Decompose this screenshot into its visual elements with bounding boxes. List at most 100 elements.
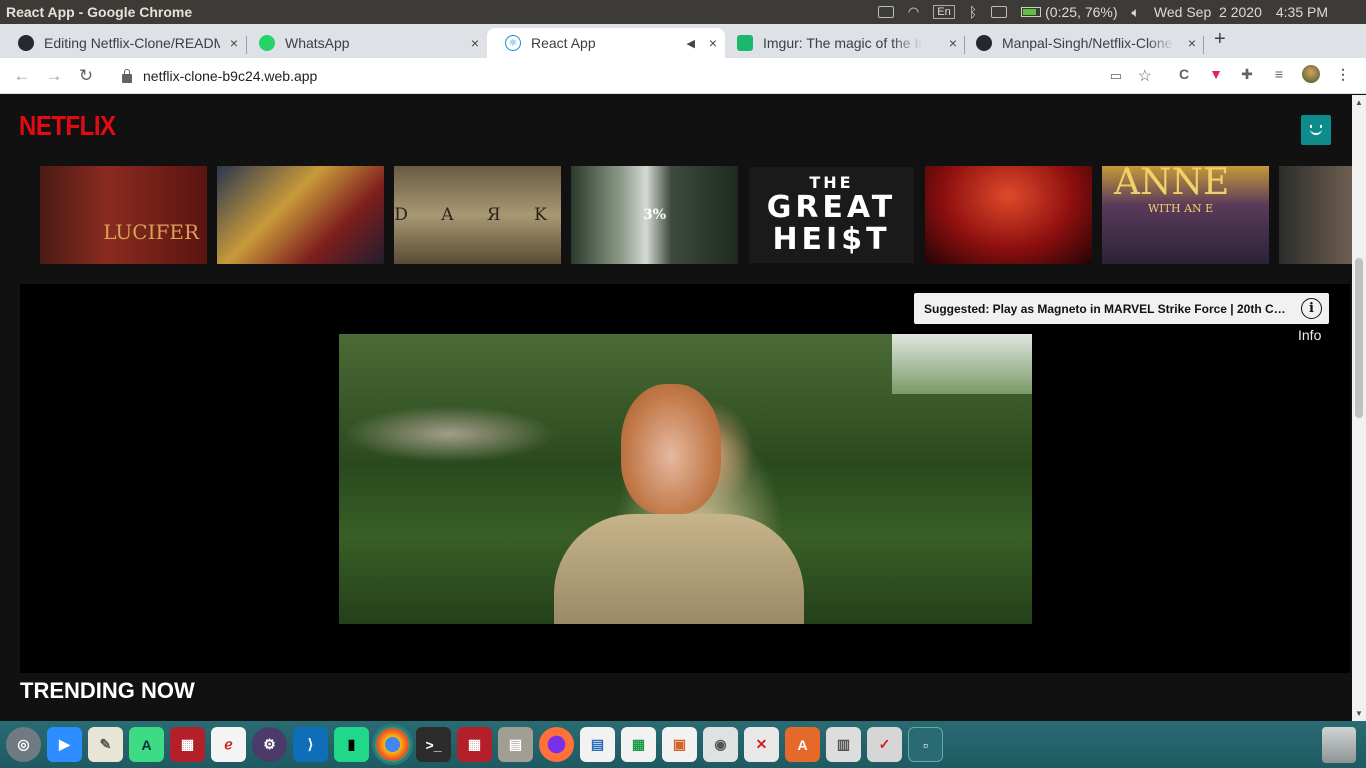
trailer-player[interactable]: Suggested: Play as Magneto in MARVEL Str… — [20, 284, 1350, 673]
browser-toolbar: ← → ↻ netflix-clone-b9c24.web.app ▭ ☆ C … — [0, 58, 1366, 94]
poster-cobra-kai[interactable] — [925, 166, 1092, 264]
android-studio-icon[interactable]: A — [129, 727, 164, 762]
battery-text: (0:25, 76%) — [1045, 4, 1118, 20]
poster-lucifer[interactable]: LUCIFER — [40, 166, 207, 264]
wifi-icon[interactable]: ◠ — [908, 4, 919, 20]
netflix-logo[interactable]: NETFLIX — [19, 111, 116, 143]
pdf-viewer-icon[interactable]: ℯ — [211, 727, 246, 762]
close-icon[interactable]: × — [1188, 35, 1196, 51]
chrome-icon[interactable] — [375, 727, 410, 762]
poster-title-line: HEI$T — [772, 222, 891, 257]
trash-icon[interactable] — [1322, 727, 1356, 763]
media-queue-icon[interactable]: ≡ — [1270, 65, 1288, 83]
workspaces-icon[interactable]: ▫ — [908, 727, 943, 762]
pocket-icon[interactable]: ▼ — [1207, 65, 1225, 83]
time-display[interactable]: 4:35 PM — [1276, 4, 1328, 20]
poster-title: LUCIFER — [103, 220, 199, 244]
row-title: TRENDING NOW — [20, 678, 195, 703]
tab-react-app[interactable]: ⚛ React App ◀︎ × — [487, 28, 725, 58]
cast-icon[interactable]: ▭ — [1110, 68, 1122, 84]
scrollbar-thumb[interactable] — [1355, 258, 1363, 418]
scroll-up-arrow-icon[interactable]: ▲ — [1355, 98, 1363, 107]
window-title: React App - Google Chrome — [6, 4, 193, 20]
poster-series[interactable] — [1279, 166, 1352, 264]
trailer-frame[interactable] — [339, 334, 1032, 624]
vscode-icon[interactable]: ⟩ — [293, 727, 328, 762]
software-center-icon[interactable]: A — [785, 727, 820, 762]
netflix-page: NETFLIX LUCIFER D A Я K 3% THE GREAT HEI… — [0, 95, 1352, 721]
keyboard-layout-indicator[interactable]: En — [933, 5, 955, 19]
clipboard-icon[interactable] — [877, 6, 894, 18]
suggested-video-banner[interactable]: Suggested: Play as Magneto in MARVEL Str… — [914, 293, 1329, 324]
tab-label: React App — [531, 35, 596, 51]
suggested-video-text[interactable]: Suggested: Play as Magneto in MARVEL Str… — [924, 302, 1288, 316]
poster-dark[interactable]: D A Я K — [394, 166, 561, 264]
video-scene — [621, 384, 721, 514]
text-editor-icon[interactable]: ✎ — [88, 727, 123, 762]
bluetooth-icon[interactable]: ᛒ — [969, 4, 977, 20]
tab-strip: Editing Netflix-Clone/README × WhatsApp … — [0, 24, 1366, 58]
info-icon[interactable]: i — [1301, 298, 1322, 319]
poster-the-great-heist[interactable]: THE GREAT HEI$T — [748, 166, 915, 264]
ubuntu-software-icon[interactable]: ◎ — [6, 727, 41, 762]
libreoffice-writer-icon[interactable]: ▤ — [580, 727, 615, 762]
terminal-icon[interactable]: >_ — [416, 727, 451, 762]
extensions-puzzle-icon[interactable]: ✚ — [1238, 65, 1256, 83]
tab-editing-netflix-clone[interactable]: Editing Netflix-Clone/README × — [0, 28, 246, 58]
tab-imgur[interactable]: Imgur: The magic of the Internet × — [719, 28, 965, 58]
speaker-icon[interactable]: ◀︎ — [687, 37, 695, 50]
extension-c-icon[interactable]: C — [1175, 65, 1193, 83]
forward-arrow-icon[interactable]: → — [44, 66, 64, 86]
tab-label: Manpal-Singh/Netflix-Clone — [1002, 35, 1173, 51]
reload-icon[interactable]: ↻ — [76, 66, 96, 86]
tab-whatsapp[interactable]: WhatsApp × — [241, 28, 487, 58]
checkbox-app-icon[interactable]: ✓ — [867, 727, 902, 762]
video-scene — [892, 334, 1032, 394]
pycharm-icon[interactable]: ▮ — [334, 727, 369, 762]
date-display[interactable]: Wed Sep 2 2020 — [1154, 4, 1262, 20]
app-red-icon[interactable]: ▦ — [170, 727, 205, 762]
battery-icon — [1021, 7, 1042, 17]
address-bar[interactable]: netflix-clone-b9c24.web.app ▭ ☆ — [108, 62, 1162, 90]
libreoffice-calc-icon[interactable]: ▦ — [621, 727, 656, 762]
page-scrollbar[interactable]: ▲ ▼ — [1352, 95, 1366, 721]
mail-icon[interactable] — [991, 6, 1008, 18]
system-tools-icon[interactable]: ✕ — [744, 727, 779, 762]
video-scene — [554, 514, 804, 624]
github-icon — [18, 35, 34, 51]
close-icon[interactable]: × — [471, 35, 479, 51]
battery-indicator[interactable]: (0:25, 76%) — [1021, 4, 1118, 20]
poster-title: D A Я K — [394, 205, 561, 225]
app-red-2-icon[interactable]: ▦ — [457, 727, 492, 762]
tab-divider — [1203, 36, 1204, 54]
firefox-icon[interactable] — [539, 727, 574, 762]
screenshot-icon[interactable]: ◉ — [703, 727, 738, 762]
close-icon[interactable]: × — [709, 35, 717, 51]
react-icon: ⚛ — [505, 35, 521, 51]
new-tab-button[interactable]: + — [1214, 28, 1226, 51]
files-icon[interactable]: ▤ — [498, 727, 533, 762]
back-arrow-icon[interactable]: ← — [12, 66, 32, 86]
poster-anne-with-an-e[interactable]: ANNE WITH AN E — [1102, 166, 1269, 264]
profile-avatar-icon[interactable] — [1302, 65, 1320, 83]
poster-title: 3% — [642, 207, 667, 223]
libreoffice-impress-icon[interactable]: ▣ — [662, 727, 697, 762]
poster-3-percent[interactable]: 3% — [571, 166, 738, 264]
scroll-down-arrow-icon[interactable]: ▼ — [1355, 709, 1363, 718]
url-text[interactable]: netflix-clone-b9c24.web.app — [143, 68, 317, 84]
lock-icon[interactable] — [122, 68, 132, 83]
settings-tweak-icon[interactable]: ⚙ — [252, 727, 287, 762]
menu-kebab-icon[interactable]: ⋮ — [1334, 65, 1352, 83]
close-icon[interactable]: × — [230, 35, 238, 51]
info-label[interactable]: Info — [1298, 327, 1321, 343]
tab-label: Editing Netflix-Clone/README — [44, 35, 220, 51]
zoom-icon[interactable]: ▶ — [47, 727, 82, 762]
usb-disk-icon[interactable]: ▥ — [826, 727, 861, 762]
bookmark-star-icon[interactable]: ☆ — [1138, 66, 1152, 86]
close-icon[interactable]: × — [949, 35, 957, 51]
poster-umbrella-academy[interactable] — [217, 166, 384, 264]
volume-icon[interactable]: 🔈︎ — [1132, 4, 1140, 21]
profile-avatar[interactable] — [1301, 115, 1331, 145]
tab-manpal-netflix-clone[interactable]: Manpal-Singh/Netflix-Clone × — [958, 28, 1204, 58]
tab-label: WhatsApp — [285, 35, 350, 51]
